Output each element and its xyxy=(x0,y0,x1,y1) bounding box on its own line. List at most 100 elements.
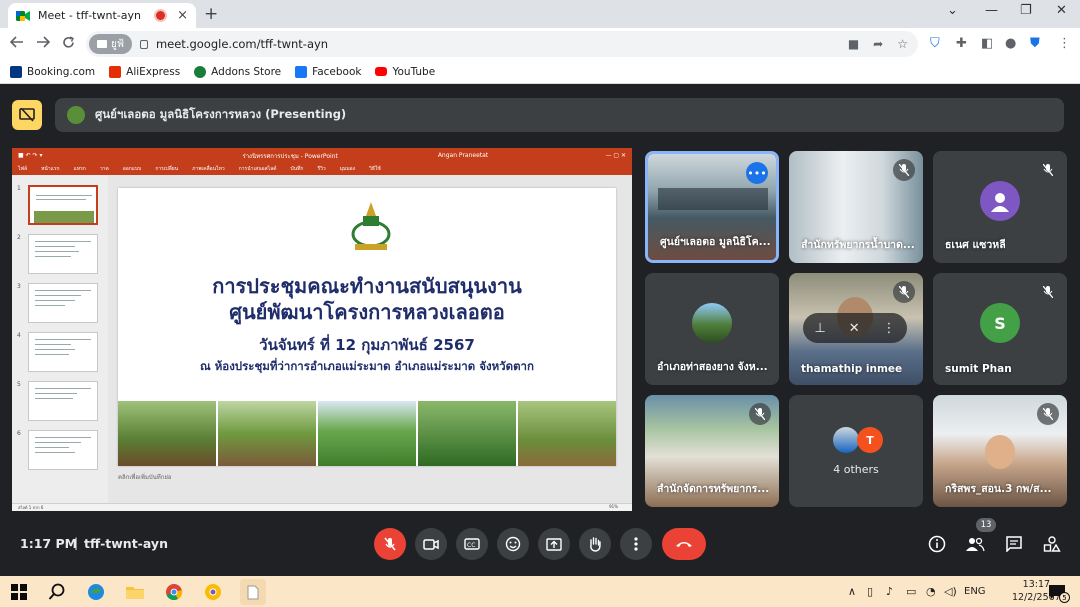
participant-tile[interactable]: อำเภอท่าสองยาง จังห... xyxy=(645,273,779,385)
pin-icon[interactable]: ⊥ xyxy=(814,321,825,336)
chat-icon xyxy=(1006,536,1022,552)
notifications-icon[interactable]: 5 xyxy=(1046,581,1070,603)
windows-taskbar: ∧ ▯ ♪ ▭ ◔ ◁) ENG 13:17 12/2/2567 5 xyxy=(0,576,1080,607)
info-icon xyxy=(928,535,946,553)
closed-captions-icon: CC xyxy=(464,538,480,550)
back-arrow-icon[interactable] xyxy=(9,36,24,52)
profile-chip[interactable]: ยูฟ้ xyxy=(89,34,132,54)
notification-count: 5 xyxy=(1059,592,1070,603)
slide-thumb xyxy=(28,381,98,421)
meeting-details-button[interactable] xyxy=(926,533,948,555)
close-window-button[interactable]: ✕ xyxy=(1056,3,1067,18)
tray-microphone-icon[interactable]: ♪ xyxy=(886,585,893,598)
search-icon[interactable] xyxy=(46,581,68,603)
edge-browser-icon[interactable] xyxy=(85,581,107,603)
restore-window-button[interactable]: ❐ xyxy=(1020,3,1032,18)
raise-hand-icon xyxy=(590,537,601,552)
chat-button[interactable] xyxy=(1003,533,1025,555)
slide-thumb xyxy=(28,185,98,225)
others-tile[interactable]: T 4 others xyxy=(789,395,923,507)
forward-arrow-icon[interactable] xyxy=(36,36,51,52)
photo-greenhouse xyxy=(418,401,516,466)
tray-language[interactable]: ENG xyxy=(964,586,986,597)
stop-presenting-button[interactable] xyxy=(12,100,42,130)
present-screen-button[interactable] xyxy=(538,528,570,560)
reload-icon[interactable] xyxy=(62,36,75,53)
participant-tile[interactable]: กริสพร_สอน.3 กพ/ส... xyxy=(933,395,1067,507)
bookmark-addons-store[interactable]: Addons Store xyxy=(194,65,281,78)
shield-extension-icon[interactable]: ⛉ xyxy=(930,36,940,51)
new-tab-button[interactable]: + xyxy=(204,4,218,24)
bookmark-star-icon[interactable]: ☆ xyxy=(897,37,908,51)
tray-wifi-icon[interactable]: ◔ xyxy=(926,585,936,598)
bookmark-aliexpress[interactable]: AliExpress xyxy=(109,65,180,78)
more-vert-icon xyxy=(634,537,638,551)
participant-tile[interactable]: สำนักทรัพยากรน้ำบาด... xyxy=(789,151,923,263)
participant-tile[interactable]: ธเนศ แซวหลี xyxy=(933,151,1067,263)
participant-name: สำนักทรัพยากรน้ำบาด... xyxy=(801,239,915,251)
emoji-icon xyxy=(505,536,521,552)
camera-toggle-button[interactable] xyxy=(415,528,447,560)
bookmark-youtube[interactable]: YouTube xyxy=(375,66,435,78)
side-panel-icon[interactable]: ◧ xyxy=(981,36,993,51)
slide-thumb xyxy=(28,283,98,323)
mic-off-icon xyxy=(384,537,396,551)
participant-name: อำเภอท่าสองยาง จังห... xyxy=(657,361,768,373)
microphone-toggle-button[interactable] xyxy=(374,528,406,560)
royal-project-emblem-icon xyxy=(351,202,391,250)
mic-off-icon xyxy=(893,281,915,303)
present-screen-icon xyxy=(546,537,562,551)
close-tab-icon[interactable]: × xyxy=(177,8,188,23)
people-button[interactable] xyxy=(964,533,986,555)
participant-tile[interactable]: ⊥ ✕ ⋮ thamathip inmee xyxy=(789,273,923,385)
facebook-icon xyxy=(295,65,308,78)
file-explorer-icon[interactable] xyxy=(124,581,146,603)
url-text[interactable]: meet.google.com/tff-twnt-ayn xyxy=(156,37,328,51)
raise-hand-button[interactable] xyxy=(579,528,611,560)
tray-battery-icon[interactable]: ▭ xyxy=(906,585,916,598)
tile-more-icon[interactable]: ⋮ xyxy=(883,321,896,336)
powerpoint-titlebar: ■ ↶ ↷ ▾ ร่างนิทรรศการประชุม - PowerPoint… xyxy=(12,148,632,163)
participant-tile[interactable]: สำนักจัดการทรัพยากร... xyxy=(645,395,779,507)
participant-tile[interactable]: S sumit Phan xyxy=(933,273,1067,385)
leave-call-button[interactable] xyxy=(662,528,706,560)
tab-title: Meet - tff-twnt-ayn xyxy=(38,9,141,22)
bookmark-booking[interactable]: Booking.com xyxy=(10,65,95,78)
activities-button[interactable] xyxy=(1041,533,1063,555)
tray-volume-icon[interactable]: ◁) xyxy=(944,585,957,598)
address-bar[interactable]: ยูฟ้ meet.google.com/tff-twnt-ayn ■ ➦ ☆ xyxy=(86,31,918,57)
tab-search-icon[interactable]: ⌄ xyxy=(947,3,958,18)
chrome-icon[interactable] xyxy=(163,581,185,603)
extensions-puzzle-icon[interactable]: ✚ xyxy=(956,36,967,51)
profile-avatar-icon[interactable]: ● xyxy=(1005,36,1016,51)
browser-tab-meet[interactable]: Meet - tff-twnt-ayn × xyxy=(8,3,196,28)
tray-overflow-icon[interactable]: ∧ xyxy=(848,585,856,598)
bookmark-facebook[interactable]: Facebook xyxy=(295,65,361,78)
tray-device-icon[interactable]: ▯ xyxy=(867,585,873,598)
bookmarks-bar: Booking.com AliExpress Addons Store Face… xyxy=(0,60,1080,84)
photo-field xyxy=(318,401,416,466)
security-check-icon[interactable]: ⛊ xyxy=(1030,36,1040,51)
share-icon[interactable]: ➦ xyxy=(873,37,883,51)
more-options-button[interactable]: ••• xyxy=(746,162,768,184)
hang-up-icon xyxy=(676,542,692,547)
participant-name: thamathip inmee xyxy=(801,363,903,375)
participant-name: sumit Phan xyxy=(945,363,1012,375)
browser-menu-icon[interactable]: ⋮ xyxy=(1058,36,1071,51)
windows-start-icon[interactable] xyxy=(8,581,30,603)
notepad-icon[interactable] xyxy=(240,579,266,605)
aliexpress-icon xyxy=(109,65,122,78)
mute-participant-icon[interactable]: ✕ xyxy=(849,321,860,336)
chrome-profile-icon[interactable] xyxy=(202,581,224,603)
ppt-app-title: ร่างนิทรรศการประชุม - PowerPoint xyxy=(242,152,338,160)
lock-icon[interactable] xyxy=(139,39,148,49)
participant-name: กริสพร_สอน.3 กพ/ส... xyxy=(945,483,1052,495)
captions-button[interactable]: CC xyxy=(456,528,488,560)
more-options-button[interactable] xyxy=(620,528,652,560)
reactions-button[interactable] xyxy=(497,528,529,560)
participant-tile[interactable]: ••• ศูนย์ฯเลอตอ มูลนิธิโค... xyxy=(645,151,779,263)
avatar xyxy=(692,303,732,343)
minimize-window-button[interactable]: — xyxy=(985,3,998,18)
avatar: S xyxy=(980,303,1020,343)
camera-in-use-icon[interactable]: ■ xyxy=(848,37,859,51)
